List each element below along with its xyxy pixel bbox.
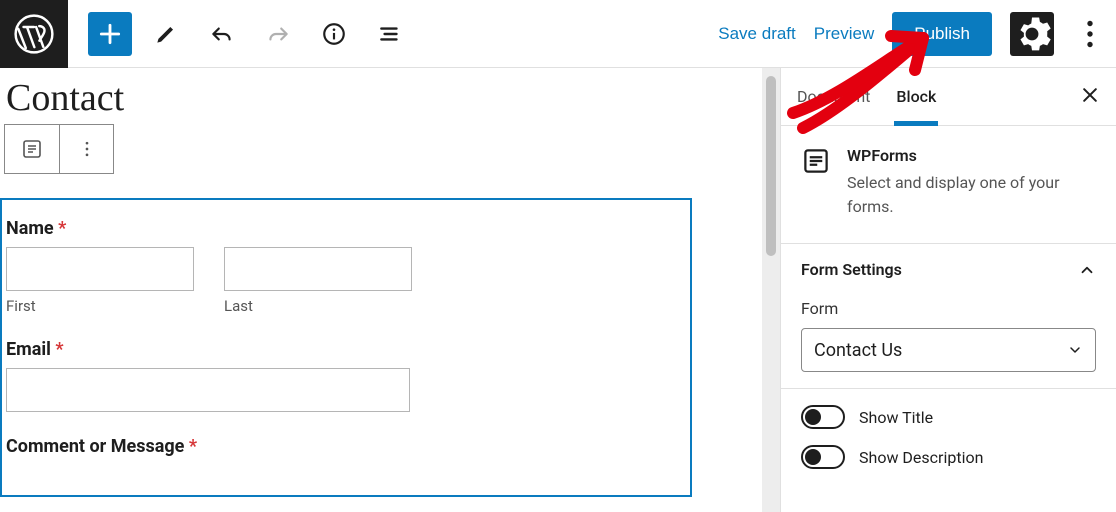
scrollbar-thumb[interactable]	[766, 76, 776, 256]
top-toolbar: Save draft Preview Publish	[0, 0, 1116, 68]
block-description: Select and display one of your forms.	[847, 171, 1096, 219]
redo-icon	[265, 21, 291, 47]
required-mark: *	[58, 218, 66, 239]
form-settings-header[interactable]: Form Settings	[781, 244, 1116, 295]
wordpress-icon	[13, 13, 55, 55]
form-settings-body: Form Contact Us	[781, 295, 1116, 389]
toolbar-left	[68, 12, 412, 56]
kebab-icon	[77, 139, 97, 159]
save-draft-button[interactable]: Save draft	[718, 24, 796, 44]
block-toolbar	[4, 124, 114, 174]
tab-document[interactable]: Document	[797, 68, 870, 125]
form-icon	[20, 137, 44, 161]
field-label-name: Name *	[2, 218, 690, 247]
form-select-value: Contact Us	[814, 340, 902, 361]
block-type-button[interactable]	[5, 125, 59, 173]
last-name-sublabel: Last	[224, 297, 412, 315]
publish-button[interactable]: Publish	[892, 12, 992, 56]
field-label-comment: Comment or Message *	[2, 436, 690, 465]
editor-scrollbar[interactable]	[762, 68, 780, 512]
settings-sidebar: Document Block WPForms Select and displa…	[780, 68, 1116, 512]
toolbar-right: Save draft Preview Publish	[718, 12, 1108, 56]
last-name-input[interactable]	[224, 247, 412, 291]
block-info: WPForms Select and display one of your f…	[781, 126, 1116, 244]
form-settings-title: Form Settings	[801, 260, 902, 279]
show-title-row: Show Title	[781, 389, 1116, 429]
page-title[interactable]: Contact	[0, 76, 780, 120]
form-select[interactable]: Contact Us	[801, 328, 1096, 372]
pencil-icon	[153, 21, 179, 47]
outline-button[interactable]	[368, 12, 412, 56]
block-more-button[interactable]	[59, 125, 113, 173]
undo-icon	[209, 21, 235, 47]
edit-mode-button[interactable]	[144, 12, 188, 56]
show-title-toggle[interactable]	[801, 405, 845, 429]
more-options-button[interactable]	[1072, 12, 1108, 56]
show-title-label: Show Title	[859, 408, 933, 427]
close-sidebar-button[interactable]	[1080, 85, 1100, 109]
editor-canvas[interactable]: Contact Name * First Last	[0, 68, 780, 512]
sidebar-tabs: Document Block	[781, 68, 1116, 126]
email-input[interactable]	[6, 368, 410, 412]
show-description-label: Show Description	[859, 448, 983, 467]
list-icon	[377, 21, 403, 47]
first-name-input[interactable]	[6, 247, 194, 291]
wpforms-icon	[801, 146, 831, 176]
first-name-sublabel: First	[6, 297, 194, 315]
settings-button[interactable]	[1010, 12, 1054, 56]
wordpress-logo[interactable]	[0, 0, 68, 68]
wpforms-block[interactable]: Name * First Last Email * Comment or Mes…	[0, 198, 692, 497]
form-select-label: Form	[801, 299, 1096, 318]
undo-button[interactable]	[200, 12, 244, 56]
info-icon	[321, 21, 347, 47]
tab-block[interactable]: Block	[896, 68, 936, 125]
required-mark: *	[189, 436, 197, 457]
preview-button[interactable]: Preview	[814, 24, 874, 44]
redo-button[interactable]	[256, 12, 300, 56]
required-mark: *	[55, 339, 63, 360]
info-button[interactable]	[312, 12, 356, 56]
chevron-up-icon	[1078, 261, 1096, 279]
plus-icon	[97, 21, 123, 47]
close-icon	[1080, 85, 1100, 105]
block-title: WPForms	[847, 146, 1096, 165]
field-label-email: Email *	[2, 339, 690, 368]
add-block-button[interactable]	[88, 12, 132, 56]
kebab-icon	[1072, 16, 1108, 52]
gear-icon	[1010, 12, 1054, 56]
show-description-row: Show Description	[781, 429, 1116, 469]
show-description-toggle[interactable]	[801, 445, 845, 469]
chevron-down-icon	[1067, 342, 1083, 358]
